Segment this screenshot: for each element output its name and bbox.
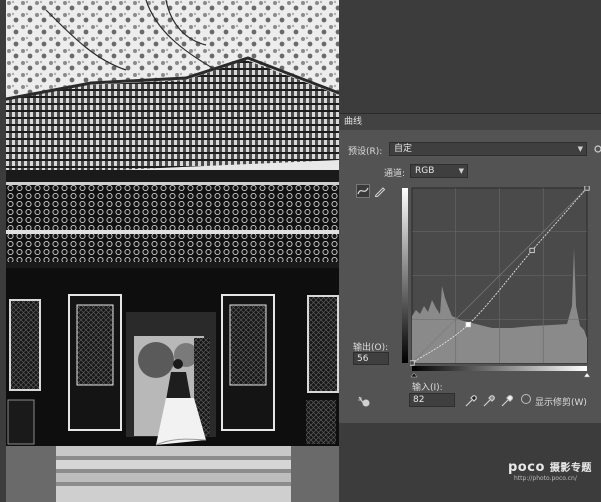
curve-tool-icon[interactable] [356, 184, 370, 198]
black-eyedropper-icon[interactable] [464, 394, 478, 408]
watermark-url: http://photo.poco.cn/ [514, 475, 577, 482]
black-point-slider [410, 372, 418, 378]
channel-label: 通道: [384, 169, 406, 179]
preset-dropdown[interactable]: 自定 ▼ [389, 142, 587, 156]
settings-icon[interactable] [592, 143, 601, 155]
white-eyedropper-icon[interactable] [500, 394, 514, 408]
curves-graph[interactable] [410, 186, 590, 386]
watermark-brand: poco [508, 460, 545, 475]
watermark: poco 摄影专题 http://photo.poco.cn/ [508, 459, 592, 482]
input-gradient-bar [412, 366, 587, 371]
gray-eyedropper-icon[interactable] [482, 394, 496, 408]
show-clipping-checkbox[interactable] [521, 394, 531, 404]
input-field[interactable]: 82 [409, 393, 455, 407]
output-field[interactable]: 56 [353, 352, 389, 365]
curve-control-point [465, 321, 471, 328]
preset-value: 自定 [394, 144, 413, 154]
pencil-tool-icon[interactable] [373, 184, 387, 198]
chevron-down-icon: ▼ [577, 145, 583, 153]
output-gradient-bar [402, 188, 408, 363]
watermark-suffix: 摄影专题 [549, 463, 592, 474]
target-adjust-icon[interactable] [356, 394, 372, 408]
channel-dropdown[interactable]: RGB ▼ [410, 164, 468, 178]
photo-canvas [6, 0, 339, 502]
panel-title: 曲线 [339, 114, 601, 130]
white-point-slider [583, 372, 590, 378]
curve-control-point [529, 247, 535, 254]
show-clipping-label: 显示修剪(W) [535, 398, 587, 408]
input-label: 输入(I): [412, 383, 443, 393]
curve-control-point [410, 360, 415, 366]
preset-label: 预设(R): [348, 147, 383, 157]
chevron-down-icon: ▼ [458, 167, 464, 175]
channel-value: RGB [415, 166, 435, 176]
curve-control-point [584, 186, 590, 191]
